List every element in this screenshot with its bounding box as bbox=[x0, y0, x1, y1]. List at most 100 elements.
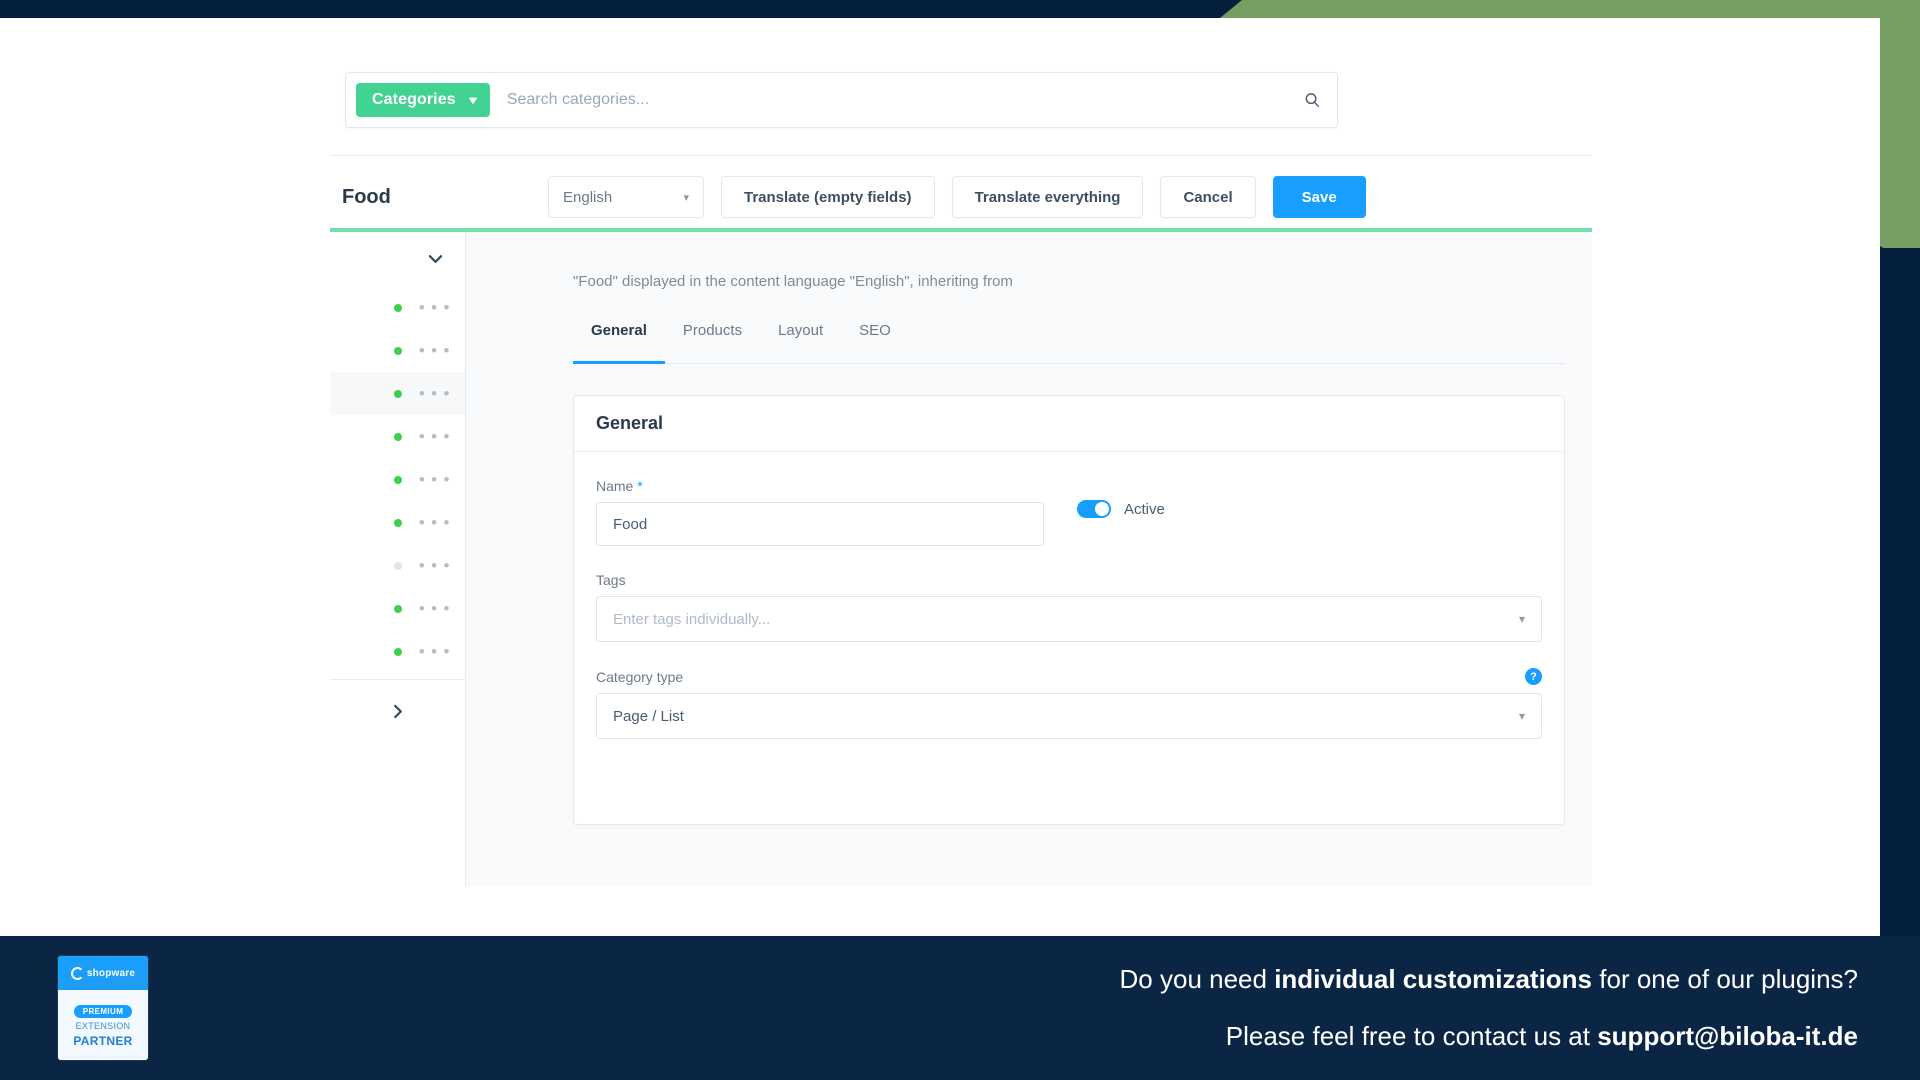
shopware-premium-partner-badge: shopware PREMIUM EXTENSION PARTNER bbox=[58, 956, 148, 1060]
badge-brand-label: shopware bbox=[86, 967, 136, 979]
badge-extension-label: EXTENSION bbox=[75, 1020, 131, 1031]
category-tree-row[interactable]: • • • bbox=[330, 415, 465, 458]
language-select-value: English bbox=[563, 188, 613, 206]
tab-products[interactable]: Products bbox=[665, 322, 760, 363]
badge-brand-bar: shopware bbox=[58, 956, 148, 990]
app-page: Categories ▾ Food English ▾ bbox=[0, 18, 1880, 936]
language-select[interactable]: English ▾ bbox=[548, 176, 704, 218]
tags-placeholder: Enter tags individually... bbox=[613, 610, 771, 628]
status-dot-active bbox=[393, 432, 402, 441]
status-dot-inactive bbox=[393, 561, 402, 570]
category-tree-rows: • • • • • • • • • • • • • • • • • • • • • • • •… bbox=[330, 286, 465, 673]
search-scope-categories-button[interactable]: Categories ▾ bbox=[356, 83, 490, 117]
active-toggle[interactable]: Active bbox=[1077, 500, 1165, 518]
admin-app-surface: Categories ▾ Food English ▾ bbox=[0, 18, 1592, 886]
status-dot-active bbox=[393, 346, 402, 355]
decor-right-navy-bar bbox=[1880, 248, 1920, 936]
decor-right-green-bar bbox=[1880, 0, 1920, 268]
tab-layout[interactable]: Layout bbox=[760, 322, 841, 363]
save-button[interactable]: Save bbox=[1272, 176, 1366, 218]
promo-line-2: Please feel free to contact us at suppor… bbox=[1120, 1021, 1858, 1052]
cancel-button[interactable]: Cancel bbox=[1160, 176, 1256, 218]
general-card-title: General bbox=[596, 413, 664, 433]
category-type-value: Page / List bbox=[613, 707, 684, 725]
name-label-text: Name bbox=[596, 478, 634, 494]
promo-line1-suffix: for one of our plugins? bbox=[1592, 964, 1858, 994]
tags-field: Tags Enter tags individually... ▾ bbox=[596, 572, 1542, 642]
general-card-header: General bbox=[574, 396, 1564, 452]
general-card-body: Name * Food Active Tags Enter tags indiv… bbox=[574, 452, 1564, 739]
tags-input[interactable]: Enter tags individually... ▾ bbox=[596, 596, 1542, 642]
category-tree-sidebar: • • • • • • • • • • • • • • • • • • • • • • • •… bbox=[330, 232, 466, 886]
chevron-down-icon bbox=[428, 255, 443, 263]
status-dot-active bbox=[393, 475, 402, 484]
category-tree-row[interactable]: • • • bbox=[330, 501, 465, 544]
promo-line-1: Do you need individual customizations fo… bbox=[1120, 964, 1858, 995]
category-type-label-row: Category type ? bbox=[596, 668, 1542, 685]
promo-text-block: Do you need individual customizations fo… bbox=[1120, 964, 1858, 1052]
status-dot-active bbox=[393, 647, 402, 656]
tab-seo[interactable]: SEO bbox=[841, 322, 909, 363]
category-type-label: Category type bbox=[596, 668, 684, 685]
ellipsis-icon[interactable]: • • • bbox=[419, 342, 451, 359]
page-header: Food English ▾ Translate (empty fields) … bbox=[330, 166, 1592, 228]
active-toggle-label: Active bbox=[1124, 500, 1165, 518]
tab-general[interactable]: General bbox=[573, 322, 665, 364]
status-dot-active bbox=[393, 518, 402, 527]
sidebar-collapse-toggle[interactable] bbox=[330, 232, 465, 286]
badge-premium-pill: PREMIUM bbox=[73, 1004, 133, 1018]
category-type-field: Category type ? Page / List ▾ bbox=[596, 668, 1542, 739]
category-type-select[interactable]: Page / List ▾ bbox=[596, 693, 1542, 739]
ellipsis-icon[interactable]: • • • bbox=[419, 514, 451, 531]
category-tree-row[interactable]: • • • bbox=[330, 587, 465, 630]
shopware-logo-icon bbox=[70, 966, 84, 980]
chevron-down-icon: ▾ bbox=[1518, 612, 1525, 626]
category-tree-row[interactable]: • • • bbox=[330, 372, 465, 415]
promo-line1-prefix: Do you need bbox=[1119, 964, 1275, 994]
detail-tabs: General Products Layout SEO bbox=[573, 322, 1565, 364]
decor-top-green-wedge bbox=[1220, 0, 1920, 18]
search-row: Categories ▾ bbox=[345, 72, 1338, 128]
search-bar[interactable]: Categories ▾ bbox=[345, 72, 1338, 128]
translate-empty-fields-button[interactable]: Translate (empty fields) bbox=[721, 176, 935, 218]
toggle-switch-on bbox=[1077, 500, 1111, 518]
ellipsis-icon[interactable]: • • • bbox=[419, 385, 451, 402]
inheritance-note: "Food" displayed in the content language… bbox=[573, 273, 1013, 290]
sidebar-expand-next-button[interactable] bbox=[330, 680, 465, 742]
ellipsis-icon[interactable]: • • • bbox=[419, 428, 451, 445]
category-tree-row[interactable]: • • • bbox=[330, 286, 465, 329]
name-field-row: Name * Food Active bbox=[596, 478, 1542, 546]
ellipsis-icon[interactable]: • • • bbox=[419, 600, 451, 617]
promo-line2-prefix: Please feel free to contact us at bbox=[1225, 1021, 1598, 1051]
promo-contact-email: support@biloba-it.de bbox=[1597, 1021, 1858, 1051]
promo-footer: shopware PREMIUM EXTENSION PARTNER Do yo… bbox=[0, 936, 1920, 1080]
chevron-right-icon bbox=[393, 704, 402, 718]
chevron-down-icon: ▾ bbox=[468, 93, 477, 107]
header-divider bbox=[330, 155, 1592, 156]
tags-field-label: Tags bbox=[596, 572, 626, 588]
search-input[interactable] bbox=[489, 91, 1297, 109]
name-input[interactable]: Food bbox=[596, 502, 1044, 546]
name-input-value: Food bbox=[613, 515, 648, 533]
ellipsis-icon[interactable]: • • • bbox=[419, 557, 451, 574]
translate-everything-button[interactable]: Translate everything bbox=[951, 176, 1144, 218]
promo-line1-bold: individual customizations bbox=[1274, 964, 1593, 994]
category-tree-row[interactable]: • • • bbox=[330, 630, 465, 673]
screenshot-root: Categories ▾ Food English ▾ bbox=[0, 0, 1920, 1080]
category-tree-row[interactable]: • • • bbox=[330, 544, 465, 587]
help-circle-icon[interactable]: ? bbox=[1525, 668, 1542, 685]
ellipsis-icon[interactable]: • • • bbox=[419, 643, 451, 660]
general-card: General Name * Food Active Tags Enter ta… bbox=[573, 395, 1565, 825]
chevron-down-icon: ▾ bbox=[683, 191, 689, 204]
detail-content: "Food" displayed in the content language… bbox=[466, 232, 1592, 886]
category-tree-row[interactable]: • • • bbox=[330, 329, 465, 372]
ellipsis-icon[interactable]: • • • bbox=[419, 471, 451, 488]
status-dot-active bbox=[393, 604, 402, 613]
chevron-down-icon: ▾ bbox=[1518, 709, 1525, 723]
status-dot-active bbox=[393, 303, 402, 312]
badge-partner-label: PARTNER bbox=[73, 1033, 133, 1048]
ellipsis-icon[interactable]: • • • bbox=[419, 299, 451, 316]
category-tree-row[interactable]: • • • bbox=[330, 458, 465, 501]
page-title: Food bbox=[342, 185, 391, 208]
search-icon[interactable] bbox=[1297, 91, 1327, 110]
